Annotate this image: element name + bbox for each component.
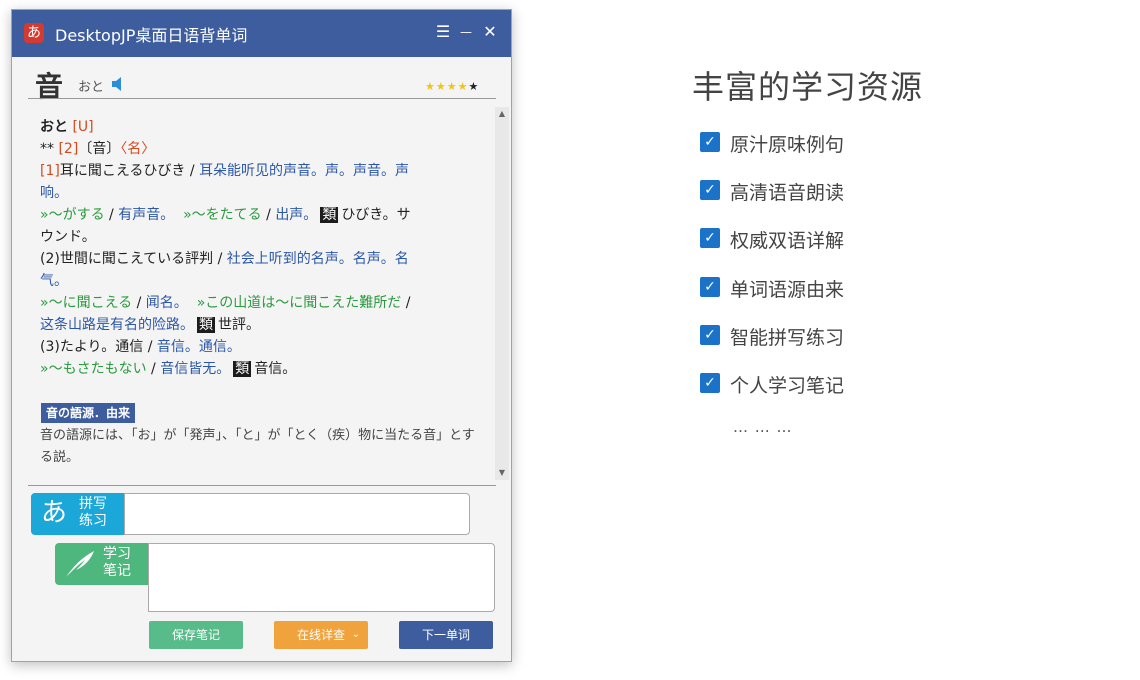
spell-input[interactable] [124, 493, 470, 535]
check-icon: ✓ [700, 373, 720, 393]
entry-num: [2] [58, 141, 79, 157]
ex2-b-cn: 这条山路是有名的险路。 [40, 317, 194, 333]
reading: おと [78, 80, 105, 95]
sense3-jp: (3)たより。通信 [40, 339, 144, 355]
speaker-icon[interactable] [111, 76, 125, 92]
minimize-button[interactable]: — [456, 22, 476, 42]
spell-practice-label: 拼写 练习 [79, 496, 107, 530]
feature-label: 智能拼写练习 [730, 327, 845, 349]
spell-label-line1: 拼写 [79, 496, 107, 512]
ex3-a-cn: 音信皆无。 [160, 361, 231, 377]
app-title: DesktopJP桌面日语背单词 [55, 26, 248, 45]
quill-icon [66, 551, 94, 577]
check-icon: ✓ [700, 228, 720, 248]
headword: 音 [35, 70, 64, 103]
rui-badge: 類 [320, 207, 339, 223]
entry-pos: 〈名〉 [120, 141, 156, 157]
spell-label-line2: 练习 [79, 513, 107, 529]
ex1-rui-cont: ウンド。 [40, 229, 96, 245]
header-divider [28, 98, 496, 99]
title-bar[interactable]: あ DesktopJP桌面日语背单词 ☰ — ✕ [12, 10, 511, 57]
app-window: あ DesktopJP桌面日语背单词 ☰ — ✕ 音 おと ★★★★★ おと [… [11, 9, 512, 662]
ex1-a-cn: 有声音。 [118, 207, 175, 223]
promo-title: 丰富的学习资源 [692, 68, 924, 106]
feature-label: 高清语音朗读 [730, 182, 845, 204]
rating-stars-filled: ★★★★ [425, 80, 469, 93]
chevron-down-icon[interactable]: ⌄ [352, 621, 360, 649]
ex1-a: »～がする [40, 207, 105, 223]
notes-textarea[interactable] [148, 543, 495, 612]
ex2-a: »～に聞こえる [40, 295, 133, 311]
ex1-b-cn: 出声。 [275, 207, 318, 223]
ex1-rui-text: ひびき。サ [341, 207, 411, 223]
sense2-cn-cont: 气。 [40, 273, 68, 289]
notes-badge[interactable]: 学习 笔记 [55, 543, 149, 585]
sense2-cn: 社会上听到的名声。名声。名 [226, 251, 409, 267]
notes-label-line2: 笔记 [103, 563, 131, 579]
close-button[interactable]: ✕ [480, 22, 500, 42]
ex3-rui-text: 音信。 [254, 361, 297, 377]
scroll-up-icon[interactable]: ▲ [495, 107, 509, 121]
menu-icon[interactable]: ☰ [433, 22, 453, 42]
sense2-jp: (2)世間に聞こえている評判 [40, 251, 214, 267]
sense1-num: [1] [40, 163, 60, 179]
feature-label: 权威双语详解 [730, 230, 845, 252]
spell-practice-badge[interactable]: あ 拼写 练习 [31, 493, 125, 535]
origin-label: 音の語源．由来 [41, 403, 136, 423]
notes-label-line1: 学习 [103, 546, 131, 562]
notes-label: 学习 笔记 [103, 546, 131, 580]
next-word-button[interactable]: 下一单词 [399, 621, 493, 649]
app-logo-icon: あ [24, 23, 44, 43]
check-icon: ✓ [700, 132, 720, 152]
ex2-a-cn: 闻名。 [145, 295, 188, 311]
origin-text: 音の語源には、「お」が「発声」、「と」が「とく（疾）物に当たる音」とする説。 [40, 428, 475, 465]
definition-content: おと [U] ** [2]〔音〕〈名〉 [1]耳に聞こえるひびき / 耳朵能听见… [40, 119, 411, 377]
sense1-sep: / [185, 163, 200, 179]
sense3-cn: 音信。通信。 [156, 339, 241, 355]
more-ellipsis: … … … [733, 418, 793, 436]
online-lookup-button[interactable]: 在线详查 ⌄ [274, 621, 368, 649]
check-icon: ✓ [700, 325, 720, 345]
feature-label: 原汁原味例句 [730, 134, 845, 156]
save-notes-button[interactable]: 保存笔记 [149, 621, 243, 649]
online-lookup-label: 在线详查 [296, 628, 345, 642]
rui-badge: 類 [197, 317, 215, 333]
kana-icon: あ [41, 498, 68, 528]
rating-stars-empty: ★ [468, 80, 480, 93]
ex2-rui-text: 世評。 [218, 317, 260, 333]
feature-label: 个人学习笔记 [730, 375, 845, 397]
entry-stars: ** [40, 141, 54, 157]
ex2-b: »この山道は～に聞こえた難所だ [196, 295, 402, 311]
ex3-a: »～もさたもない [40, 361, 147, 377]
sense1-cn: 耳朵能听见的声音。声。声音。声 [199, 163, 410, 179]
scroll-down-icon[interactable]: ▼ [495, 466, 509, 480]
entry-head: おと [40, 119, 68, 135]
ex1-b: »～をたてる [183, 207, 262, 223]
content-divider [28, 485, 496, 486]
sense1-cn-cont: 响。 [40, 185, 68, 201]
definition-scrollbar[interactable]: ▲ ▼ [495, 107, 509, 480]
check-icon: ✓ [700, 277, 720, 297]
entry-kanji: 〔音〕 [78, 141, 121, 157]
entry-tag: [U] [72, 119, 94, 135]
feature-label: 单词语源由来 [730, 279, 845, 301]
sense1-jp: 耳に聞こえるひびき [59, 163, 186, 179]
rating-stars: ★★★★★ [425, 80, 479, 93]
check-icon: ✓ [700, 180, 720, 200]
rui-badge: 類 [233, 361, 252, 377]
